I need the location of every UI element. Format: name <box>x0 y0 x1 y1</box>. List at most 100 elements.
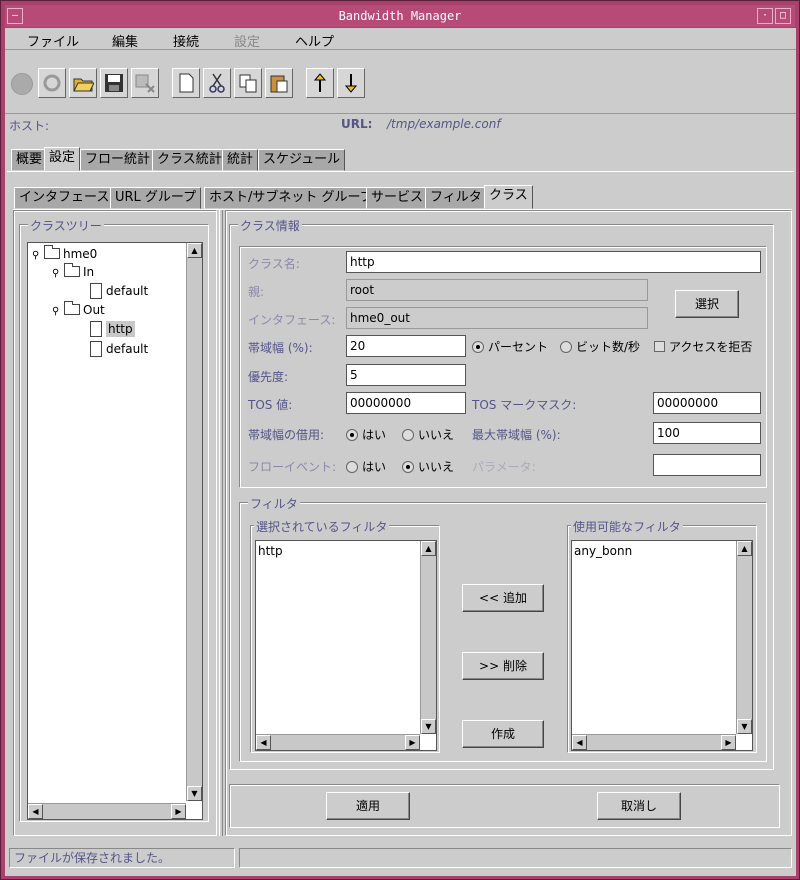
reload-icon[interactable] <box>38 68 66 98</box>
menu-help[interactable]: ヘルプ <box>295 31 334 50</box>
flow-event-yes-radio[interactable]: はい <box>346 458 386 475</box>
max-bandwidth-input[interactable]: 100 <box>653 422 761 444</box>
tree-node-in[interactable]: ⚲ In <box>52 263 94 280</box>
open-folder-icon[interactable] <box>69 68 97 98</box>
available-hscrollbar[interactable]: ◀ ▶ <box>572 734 736 750</box>
paste-icon[interactable] <box>265 68 293 98</box>
menu-file[interactable]: ファイル <box>27 31 79 50</box>
new-file-icon[interactable] <box>172 68 200 98</box>
radio-off-icon <box>346 461 358 473</box>
tree-node-hme0[interactable]: ⚲ hme0 <box>32 245 97 262</box>
tab-stats[interactable]: 統計 <box>222 149 259 171</box>
class-name-label: クラス名: <box>248 257 300 271</box>
parent-field: root <box>346 279 648 301</box>
scroll-right-icon[interactable]: ▶ <box>721 735 736 750</box>
tree-node-out-default[interactable]: default <box>90 341 148 357</box>
selected-filter-title: 選択されているフィルタ <box>254 518 390 535</box>
tree-node-http[interactable]: http <box>90 321 135 337</box>
tree-node-out[interactable]: ⚲ Out <box>52 301 105 318</box>
priority-input[interactable]: 5 <box>346 364 466 386</box>
copy-icon[interactable] <box>234 68 262 98</box>
available-filter-list[interactable]: any_bonn ▲ ▼ ◀ ▶ <box>571 540 753 751</box>
available-vscrollbar[interactable]: ▲ ▼ <box>736 541 752 734</box>
selected-hscrollbar[interactable]: ◀ ▶ <box>256 734 420 750</box>
minimize-icon[interactable]: · <box>757 8 773 24</box>
flow-event-no-radio[interactable]: いいえ <box>402 458 454 475</box>
deny-access-checkbox[interactable]: アクセスを拒否 <box>654 338 752 355</box>
remove-filter-button[interactable]: >> 削除 <box>462 652 544 680</box>
tab-overview[interactable]: 概要 <box>11 149 48 171</box>
host-label: ホスト: <box>9 119 50 133</box>
tab-flow-stats[interactable]: フロー統計 <box>80 149 156 171</box>
cancel-button[interactable]: 取消し <box>597 792 681 820</box>
selected-vscrollbar[interactable]: ▲ ▼ <box>420 541 436 734</box>
scroll-left-icon[interactable]: ◀ <box>28 804 43 819</box>
parameter-label: パラメータ: <box>472 460 536 474</box>
save-icon[interactable] <box>100 68 128 98</box>
window-title: Bandwidth Manager <box>338 9 462 23</box>
selected-filter-list[interactable]: http ▲ ▼ ◀ ▶ <box>255 540 437 751</box>
menu-bar: ファイル 編集 接続 設定 ヘルプ <box>5 28 796 50</box>
borrow-yes-radio[interactable]: はい <box>346 426 386 443</box>
tab-url-group[interactable]: URL グループ <box>110 187 202 209</box>
scroll-left-icon[interactable]: ◀ <box>256 735 271 750</box>
url-value: /tmp/example.conf <box>387 117 501 131</box>
add-filter-button[interactable]: << 追加 <box>462 584 544 612</box>
parameter-input[interactable] <box>653 454 761 476</box>
filter-title: フィルタ <box>248 495 300 512</box>
tab-interface[interactable]: インタフェース <box>14 187 115 209</box>
tab-schedule[interactable]: スケジュール <box>258 149 346 171</box>
scroll-down-icon[interactable]: ▼ <box>421 719 436 734</box>
cut-icon[interactable] <box>203 68 231 98</box>
scroll-up-icon[interactable]: ▲ <box>421 541 436 556</box>
scroll-down-icon[interactable]: ▼ <box>737 719 752 734</box>
scroll-up-icon[interactable]: ▲ <box>737 541 752 556</box>
tos-mask-input[interactable]: 00000000 <box>653 392 761 414</box>
tab-class[interactable]: クラス <box>484 185 533 209</box>
splitter[interactable] <box>219 210 223 836</box>
apply-button[interactable]: 適用 <box>326 792 410 820</box>
tree-hscrollbar[interactable]: ◀ ▶ <box>28 803 186 819</box>
bps-radio[interactable]: ビット数/秒 <box>560 338 640 355</box>
borrow-no-radio[interactable]: いいえ <box>402 426 454 443</box>
checkbox-icon <box>654 341 665 352</box>
scroll-right-icon[interactable]: ▶ <box>405 735 420 750</box>
menu-edit[interactable]: 編集 <box>112 31 138 50</box>
menu-settings[interactable]: 設定 <box>234 31 260 50</box>
tab-class-stats[interactable]: クラス統計 <box>152 149 227 171</box>
class-tree[interactable]: ⚲ hme0 ⚲ In default ⚲ Out http default ▲ ▼ … <box>27 242 203 820</box>
move-up-icon[interactable] <box>306 68 334 98</box>
title-bar[interactable]: — Bandwidth Manager · □ <box>5 5 795 27</box>
parent-label: 親: <box>248 285 265 299</box>
create-filter-button[interactable]: 作成 <box>462 720 544 748</box>
tos-mask-label: TOS マークマスク: <box>472 398 577 412</box>
percent-radio[interactable]: パーセント <box>472 338 548 355</box>
tos-input[interactable]: 00000000 <box>346 392 466 414</box>
maximize-icon[interactable]: □ <box>775 8 791 24</box>
bandwidth-input[interactable]: 20 <box>346 335 466 357</box>
tab-service[interactable]: サービス <box>366 187 429 209</box>
tab-filter[interactable]: フィルタ <box>425 187 487 209</box>
radio-off-icon <box>402 429 414 441</box>
scroll-down-icon[interactable]: ▼ <box>187 786 202 801</box>
move-down-icon[interactable] <box>337 68 365 98</box>
menu-connect[interactable]: 接続 <box>173 31 199 50</box>
tree-vscrollbar[interactable]: ▲ ▼ <box>186 243 202 801</box>
save-as-icon[interactable] <box>131 68 159 98</box>
tab-host-subnet-group[interactable]: ホスト/サブネット グループ <box>204 187 378 209</box>
tree-node-in-default[interactable]: default <box>90 283 148 299</box>
scroll-left-icon[interactable]: ◀ <box>572 735 587 750</box>
window-menu-icon[interactable]: — <box>7 8 23 24</box>
list-item[interactable]: http <box>258 544 283 558</box>
class-tree-title: クラスツリー <box>28 217 104 234</box>
tos-label: TOS 値: <box>248 398 293 412</box>
class-name-input[interactable]: http <box>346 251 761 273</box>
scroll-up-icon[interactable]: ▲ <box>187 243 202 258</box>
list-item[interactable]: any_bonn <box>574 544 632 558</box>
scroll-right-icon[interactable]: ▶ <box>171 804 186 819</box>
select-button[interactable]: 選択 <box>675 290 739 318</box>
tab-divider <box>7 171 794 172</box>
radio-on-icon <box>472 341 484 353</box>
disconnect-icon[interactable] <box>11 73 33 95</box>
tab-settings[interactable]: 設定 <box>44 147 81 171</box>
